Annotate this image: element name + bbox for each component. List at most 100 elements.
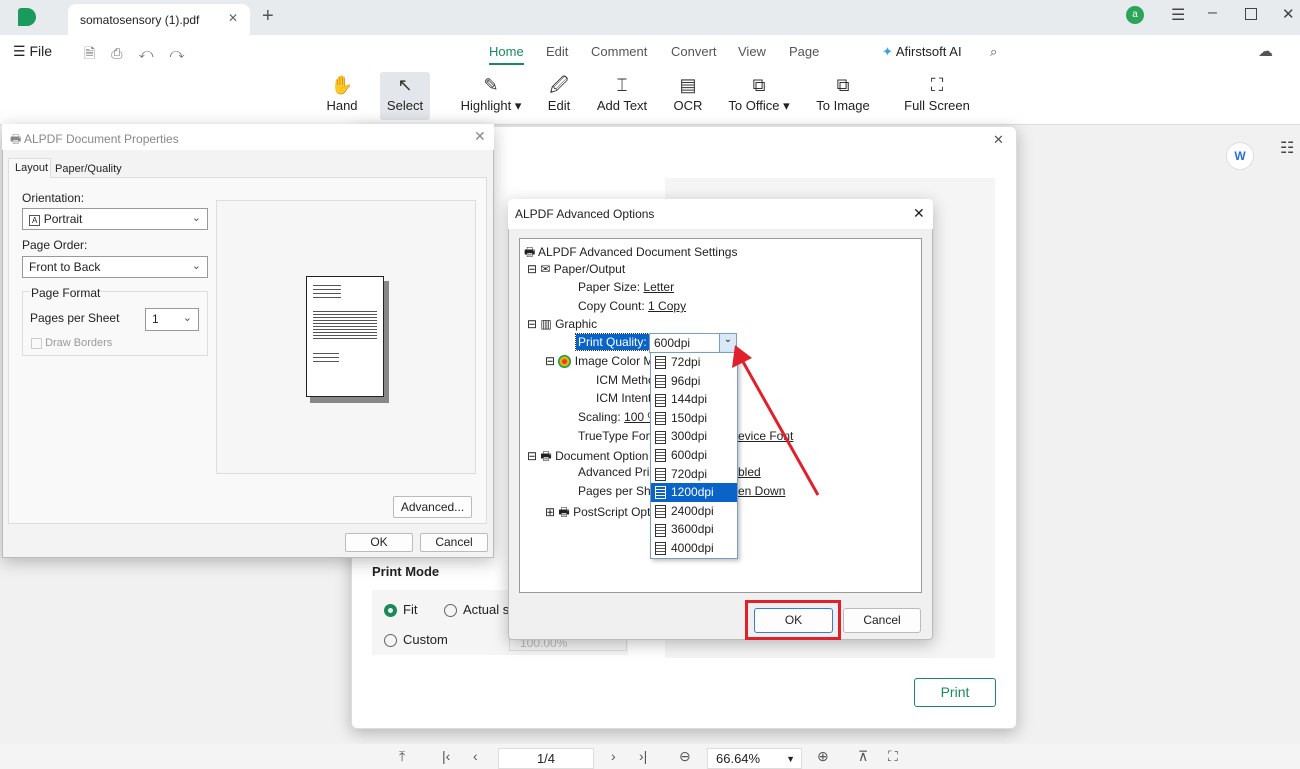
highlight-button[interactable]: ✎ Highlight ▾ (455, 72, 527, 120)
tree-paper-output[interactable]: ⊟ ✉ Paper/Output (527, 262, 625, 276)
print-quality-select[interactable]: 600dpi ⌄ (649, 333, 737, 353)
new-tab-icon[interactable]: + (262, 5, 274, 28)
tree-root[interactable]: 🖶 ALPDF Advanced Document Settings (524, 243, 737, 264)
option-600dpi[interactable]: 600dpi (651, 446, 737, 465)
ocr-button[interactable]: ▤ OCR (672, 72, 704, 120)
tab-comment[interactable]: Comment (591, 44, 647, 59)
props-cancel-button[interactable]: Cancel (420, 533, 488, 552)
tree-copy-count[interactable]: Copy Count: 1 Copy (578, 299, 686, 313)
adv-cancel-button[interactable]: Cancel (843, 608, 921, 633)
page-order-select[interactable]: Front to Back ⌄ (22, 256, 208, 278)
last-page-icon[interactable]: ›| (639, 748, 647, 764)
option-96dpi[interactable]: 96dpi (651, 372, 737, 391)
tree-icm-intent[interactable]: ICM Intent (596, 391, 651, 405)
tab-layout[interactable]: Layout (8, 158, 51, 178)
close-window-icon[interactable]: ✕ (1282, 5, 1295, 23)
tree-postscript[interactable]: ⊞ 🖶 PostScript Opt (545, 503, 650, 524)
option-300dpi[interactable]: 300dpi (651, 427, 737, 446)
scroll-top-icon[interactable]: ⤒ (399, 748, 405, 765)
edit-button[interactable]: 🖉 Edit (544, 72, 574, 120)
fit-width-icon[interactable]: ⊼ (858, 748, 868, 765)
zoom-select[interactable]: 66.64% ▼ (707, 748, 802, 769)
fit-page-icon[interactable]: ⛶ (888, 748, 898, 765)
tab-convert[interactable]: Convert (671, 44, 717, 59)
to-office-button[interactable]: ⧉ To Office ▾ (725, 72, 793, 120)
to-image-button[interactable]: ⧉ To Image (814, 72, 872, 120)
tab-home[interactable]: Home (489, 44, 524, 65)
pages-per-sheet-select[interactable]: 1 ⌄ (145, 308, 199, 331)
search-icon[interactable]: ⌕ (990, 44, 997, 60)
envelope-icon: ✉ (540, 262, 551, 276)
chevron-down-icon: ⌄ (719, 334, 736, 352)
prev-page-icon[interactable]: ‹ (473, 748, 478, 764)
adv-close-icon[interactable]: ✕ (913, 205, 925, 222)
props-ok-button[interactable]: OK (345, 533, 413, 552)
tab-view[interactable]: View (738, 44, 766, 59)
tab-paper-quality[interactable]: Paper/Quality (52, 160, 125, 178)
cloud-upload-icon[interactable]: ☁ (1258, 42, 1273, 60)
translate-icon[interactable]: W (1226, 142, 1254, 170)
print-button[interactable]: Print (914, 678, 996, 707)
advanced-printing-value[interactable]: bled (738, 465, 761, 479)
chevron-down-icon: ⌄ (191, 212, 201, 224)
custom-radio[interactable]: Custom (384, 632, 448, 648)
select-button[interactable]: ↖ Select (380, 72, 430, 120)
close-tab-icon[interactable]: ✕ (228, 11, 238, 25)
color-target-icon (558, 355, 572, 369)
properties-panel-icon[interactable]: ☷ (1280, 138, 1294, 158)
option-144dpi[interactable]: 144dpi (651, 390, 737, 409)
pages-per-sheet-value[interactable]: en Down (738, 484, 785, 498)
tree-image-color[interactable]: ⊟ Image Color M (545, 354, 653, 369)
next-page-icon[interactable]: › (611, 748, 616, 764)
page-input[interactable]: 1/4 (498, 748, 594, 769)
document-tab[interactable]: somatosensory (1).pdf ✕ (68, 4, 250, 35)
tree-truetype[interactable]: TrueType Font (578, 429, 656, 443)
option-72dpi[interactable]: 72dpi (651, 353, 737, 372)
avatar[interactable]: a (1126, 6, 1144, 24)
option-1200dpi[interactable]: 1200dpi (651, 483, 737, 502)
fit-radio[interactable]: Fit (384, 602, 417, 618)
tab-page[interactable]: Page (789, 44, 819, 59)
printer-icon: 🖶 (10, 132, 22, 146)
sparkle-icon: ✦ (882, 44, 893, 59)
hand-button[interactable]: ✋ Hand (322, 72, 362, 120)
zoom-out-icon[interactable]: ⊖ (679, 748, 691, 765)
menu-icon[interactable]: ☰ (1171, 5, 1185, 25)
tree-paper-size[interactable]: Paper Size: Letter (578, 280, 674, 294)
orientation-select[interactable]: A Portrait ⌄ (22, 208, 208, 230)
redo-icon: ↷ (169, 45, 201, 61)
first-page-icon[interactable]: |‹ (442, 748, 450, 764)
tree-graphic[interactable]: ⊟ ▥ Graphic (527, 317, 597, 331)
add-text-button[interactable]: ⌶ Add Text (594, 72, 650, 120)
file-menu[interactable]: ☰ File (13, 43, 52, 60)
adv-ok-button[interactable]: OK (754, 608, 833, 633)
tree-print-quality[interactable]: Print Quality: (575, 333, 650, 351)
edit-icon: 🖉 (549, 75, 569, 95)
advanced-button[interactable]: Advanced... (393, 496, 472, 518)
tree-scaling[interactable]: Scaling: 100 % (578, 410, 658, 424)
actual-size-radio[interactable]: Actual si (444, 602, 508, 618)
option-4000dpi[interactable]: 4000dpi (651, 539, 737, 558)
minimize-icon[interactable]: – (1208, 4, 1217, 22)
option-720dpi[interactable]: 720dpi (651, 465, 737, 484)
adv-title: ALPDF Advanced Options (515, 207, 655, 221)
tree-icm-method[interactable]: ICM Metho (596, 373, 655, 387)
option-150dpi[interactable]: 150dpi (651, 409, 737, 428)
tab-edit[interactable]: Edit (546, 44, 568, 59)
full-screen-button[interactable]: ⛶ Full Screen (904, 72, 970, 120)
ai-button[interactable]: ✦ Afirstsoft AI (882, 44, 962, 60)
option-3600dpi[interactable]: 3600dpi (651, 520, 737, 539)
print-close-icon[interactable]: ✕ (993, 132, 1004, 148)
quick-actions[interactable]: 🗎⎙↶↷ (84, 43, 200, 67)
maximize-icon[interactable] (1245, 8, 1257, 20)
props-close-icon[interactable]: ✕ (474, 128, 486, 145)
draw-borders-checkbox[interactable]: Draw Borders (31, 337, 112, 349)
orientation-label: Orientation: (22, 191, 85, 205)
truetype-value[interactable]: evice Font (738, 429, 793, 443)
option-2400dpi[interactable]: 2400dpi (651, 502, 737, 521)
tree-advanced-printing[interactable]: Advanced Prin (578, 465, 656, 479)
page-format-title: Page Format (30, 286, 102, 300)
zoom-in-icon[interactable]: ⊕ (817, 748, 829, 765)
tab-title: somatosensory (1).pdf (80, 13, 200, 27)
hand-icon: ✋ (330, 75, 354, 95)
